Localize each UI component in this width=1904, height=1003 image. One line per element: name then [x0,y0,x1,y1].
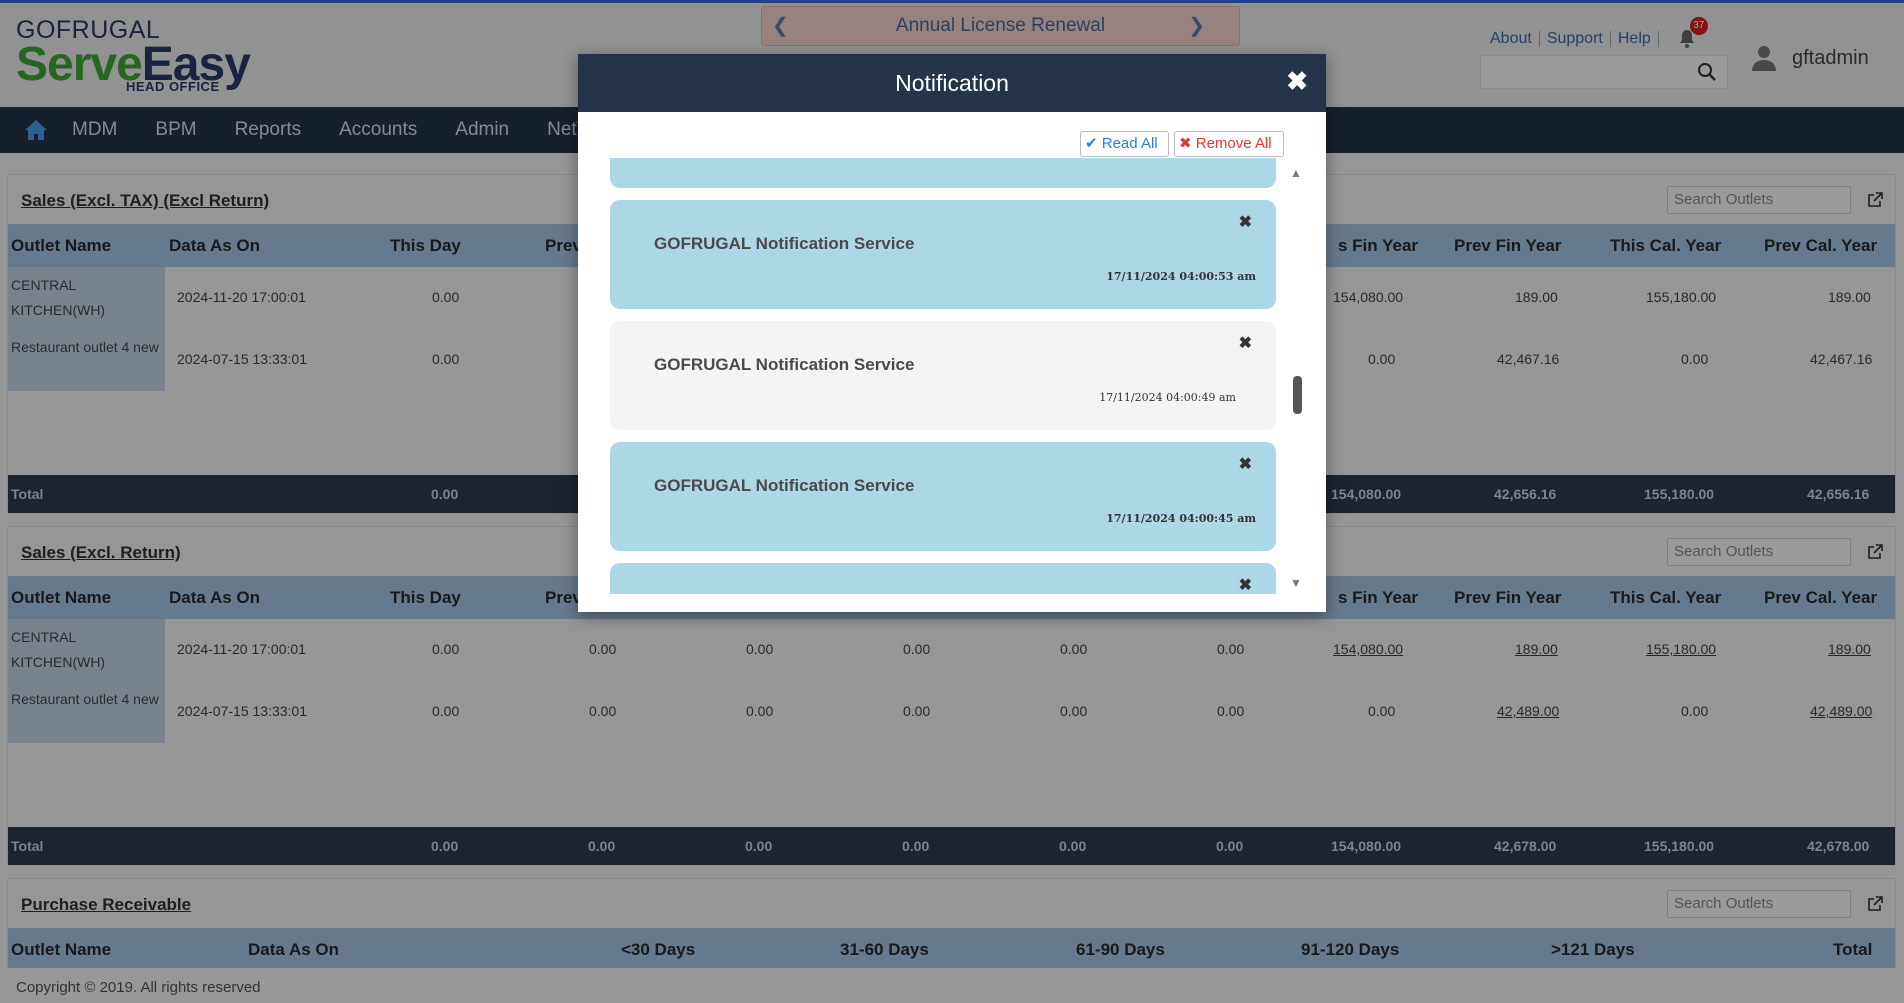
notification-card-partial[interactable] [610,158,1276,188]
modal-title: Notification [895,70,1009,96]
check-icon: ✔ [1085,135,1098,152]
notification-card[interactable]: ✖ GOFRUGAL Notification Service 17/11/20… [610,321,1276,430]
modal-header: Notification ✖ [578,54,1326,112]
notification-list[interactable]: ✖ GOFRUGAL Notification Service 17/11/20… [608,158,1276,594]
notification-card[interactable]: ✖ GOFRUGAL Notification Service 17/11/20… [610,442,1276,551]
scroll-down-icon[interactable]: ▼ [1290,576,1302,590]
notification-time: 17/11/2024 04:00:45 am [1106,512,1256,525]
notification-title: GOFRUGAL Notification Service [654,355,915,374]
notification-time: 17/11/2024 04:00:53 am [1106,270,1256,283]
close-icon[interactable]: ✖ [1286,66,1308,97]
dismiss-icon[interactable]: ✖ [1239,212,1252,232]
remove-all-label: Remove All [1195,135,1272,152]
read-all-label: Read All [1101,135,1158,152]
dismiss-icon[interactable]: ✖ [1239,333,1252,353]
dismiss-icon[interactable]: ✖ [1239,575,1252,594]
notification-time: 17/11/2024 04:00:49 am [1099,391,1236,404]
dismiss-icon[interactable]: ✖ [1239,454,1252,474]
notification-card[interactable]: ✖ GOFRUGAL Notification Service 17/11/20… [610,200,1276,309]
scrollbar-thumb[interactable] [1293,376,1302,414]
notification-modal: Notification ✖ ✔ Read All ✖ Remove All ✖… [578,54,1326,612]
scroll-up-icon[interactable]: ▲ [1290,166,1302,180]
notification-title: GOFRUGAL Notification Service [654,476,915,495]
notification-card-partial[interactable]: ✖ [610,563,1276,594]
notification-title: GOFRUGAL Notification Service [654,234,915,253]
read-all-button[interactable]: ✔ Read All [1080,131,1169,157]
remove-all-button[interactable]: ✖ Remove All [1174,131,1284,157]
close-icon: ✖ [1179,135,1192,152]
